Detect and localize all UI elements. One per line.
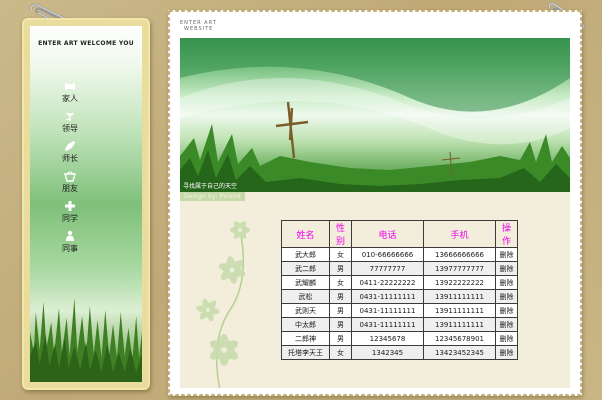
sidebar-item-teacher[interactable]: 师长: [30, 140, 110, 164]
content-area: Design by: Poland 姓名 性别 电话 手机 操作 武大郎 女 0…: [180, 192, 570, 388]
sidebar-item-label: 朋友: [62, 184, 78, 193]
basket-icon: [64, 171, 76, 182]
cell-mobile: 13922222222: [423, 275, 496, 290]
cell-name: 托塔李天王: [281, 345, 330, 360]
cell-mobile: 13911111111: [423, 303, 496, 318]
sidebar-item-label: 同学: [62, 214, 78, 223]
cell-mobile: 13911111111: [423, 289, 496, 304]
sidebar-item-colleague[interactable]: 同事: [30, 230, 110, 254]
cell-name: 武耀麟: [281, 275, 330, 290]
sidebar-item-friend[interactable]: 朋友: [30, 170, 110, 194]
sidebar-item-label: 师长: [62, 154, 78, 163]
table-row: 武大郎 女 010-66666666 13666666666 删除: [281, 247, 518, 262]
brand-logo: ENTER ART WEBSITE: [180, 20, 217, 32]
table-row: 托塔李天王 女 1342345 13423452345 删除: [281, 345, 518, 360]
cell-gender: 男: [329, 331, 352, 346]
header-gender: 性别: [329, 220, 352, 248]
sidebar-item-leader[interactable]: 领导: [30, 110, 110, 134]
cell-phone: 1342345: [351, 345, 424, 360]
tulip-icon: [66, 112, 74, 121]
cell-gender: 男: [329, 317, 352, 332]
delete-button[interactable]: 删除: [495, 275, 518, 290]
cell-mobile: 13666666666: [423, 247, 496, 262]
cell-name: 武则天: [281, 303, 330, 318]
table-row: 二郎神 男 12345678 12345678901 删除: [281, 331, 518, 346]
cell-mobile: 13911111111: [423, 317, 496, 332]
banner-caption: 寻找属于自己的天空: [183, 183, 238, 190]
cell-gender: 男: [329, 303, 352, 318]
cell-phone: 0431-11111111: [351, 303, 424, 318]
sidebar-title: ENTER ART WELCOME YOU: [38, 40, 134, 47]
cell-mobile: 12345678901: [423, 331, 496, 346]
delete-button[interactable]: 删除: [495, 345, 518, 360]
main-panel: ENTER ART WEBSITE 寻找属于自己的天空 Design by: P…: [168, 10, 582, 396]
header-name: 姓名: [281, 220, 330, 248]
table-row: 武耀麟 女 0411-22222222 13922222222 删除: [281, 275, 518, 290]
sidebar-item-family[interactable]: 家人: [30, 80, 110, 104]
sidebar: ENTER ART WELCOME YOU 家人 领导 师长 朋友 同学 同事: [22, 18, 150, 390]
table-row: 武则天 男 0431-11111111 13911111111 删除: [281, 303, 518, 318]
cell-gender: 男: [329, 261, 352, 276]
sidebar-background: ENTER ART WELCOME YOU 家人 领导 师长 朋友 同学 同事: [30, 26, 142, 382]
cell-gender: 女: [329, 275, 352, 290]
delete-button[interactable]: 删除: [495, 317, 518, 332]
cell-name: 中太郎: [281, 317, 330, 332]
sofa-icon: [65, 83, 75, 90]
grass-illustration: [30, 298, 142, 382]
cell-name: 二郎神: [281, 331, 330, 346]
cell-name: 武松: [281, 289, 330, 304]
cell-phone: 77777777: [351, 261, 424, 276]
table-row: 武二郎 男 77777777 13977777777 删除: [281, 261, 518, 276]
leaf-icon: [65, 141, 75, 151]
table-header-row: 姓名 性别 电话 手机 操作: [281, 220, 518, 248]
table-row: 武松 男 0431-11111111 13911111111 删除: [281, 289, 518, 304]
header-phone: 电话: [351, 220, 424, 248]
banner-image: 寻找属于自己的天空: [180, 38, 570, 192]
cell-mobile: 13423452345: [423, 345, 496, 360]
cell-phone: 12345678: [351, 331, 424, 346]
person-icon: [66, 230, 74, 241]
contacts-table: 姓名 性别 电话 手机 操作 武大郎 女 010-66666666 136666…: [281, 220, 518, 360]
windmill-icon: [275, 101, 309, 159]
delete-button[interactable]: 删除: [495, 261, 518, 276]
header-mobile: 手机: [423, 220, 496, 248]
cell-mobile: 13977777777: [423, 261, 496, 276]
delete-button[interactable]: 删除: [495, 247, 518, 262]
sidebar-item-classmate[interactable]: 同学: [30, 200, 110, 224]
delete-button[interactable]: 删除: [495, 331, 518, 346]
cell-phone: 0431-11111111: [351, 317, 424, 332]
brand-line-2: WEBSITE: [184, 26, 214, 32]
cell-phone: 010-66666666: [351, 247, 424, 262]
plus-icon: [65, 201, 75, 211]
cell-gender: 女: [329, 345, 352, 360]
cell-phone: 0431-11111111: [351, 289, 424, 304]
sidebar-item-label: 领导: [62, 124, 78, 133]
sidebar-item-label: 同事: [62, 244, 78, 253]
sidebar-item-label: 家人: [62, 94, 78, 103]
cell-gender: 男: [329, 289, 352, 304]
header-action: 操作: [495, 220, 518, 248]
cell-name: 武大郎: [281, 247, 330, 262]
delete-button[interactable]: 删除: [495, 289, 518, 304]
delete-button[interactable]: 删除: [495, 303, 518, 318]
banner-landscape: [180, 38, 570, 192]
table-row: 中太郎 男 0431-11111111 13911111111 删除: [281, 317, 518, 332]
flower-decoration: [196, 221, 250, 388]
cell-phone: 0411-22222222: [351, 275, 424, 290]
cell-gender: 女: [329, 247, 352, 262]
cell-name: 武二郎: [281, 261, 330, 276]
